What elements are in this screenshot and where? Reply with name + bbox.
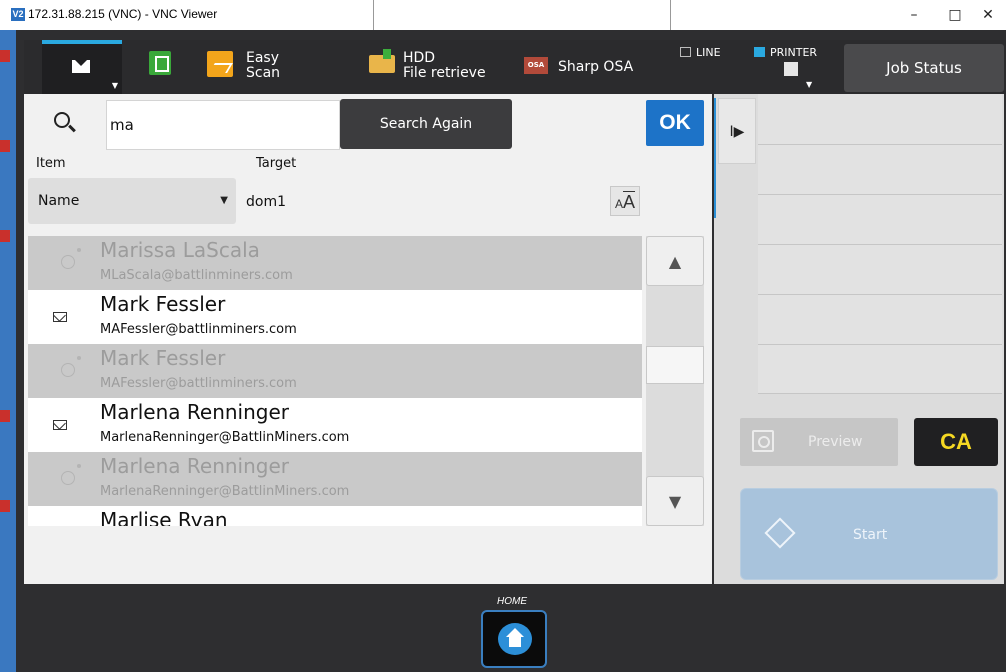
minimize-button[interactable]: – <box>894 2 934 28</box>
panel-divider <box>714 98 716 218</box>
copy-mode-icon[interactable] <box>149 51 171 75</box>
list-item: Marissa LaScala MLaScala@battlinminers.c… <box>28 236 642 290</box>
close-button[interactable]: ✕ <box>968 2 1006 28</box>
list-item: Mark Fessler MAFessler@battlinminers.com <box>28 344 642 398</box>
results-list: Marissa LaScala MLaScala@battlinminers.c… <box>28 236 642 526</box>
easy-scan-label-line2: Scan <box>246 65 281 81</box>
target-label: Target <box>256 156 297 171</box>
envelope-icon <box>53 312 67 322</box>
printer-status-label: PRINTER <box>770 46 818 59</box>
item-select[interactable]: Name ▼ <box>28 178 236 224</box>
chevron-down-icon[interactable]: ▼ <box>806 80 812 89</box>
globe-icon <box>61 248 81 269</box>
line-status: LINE <box>680 46 721 59</box>
contact-email: MarlenaRenninger@BattlinMiners.com <box>100 484 350 499</box>
clear-all-button[interactable]: CA <box>914 418 998 466</box>
list-item[interactable]: Marlise Ryan <box>28 506 642 526</box>
osa-icon: OSA <box>524 57 548 74</box>
hdd-file-retrieve-button[interactable]: HDD File retrieve <box>369 40 509 94</box>
list-item: Marlena Renninger MarlenaRenninger@Battl… <box>28 452 642 506</box>
email-mode-tab[interactable]: ▼ <box>42 40 122 94</box>
contact-email: MAFessler@battlinminers.com <box>100 376 297 391</box>
job-status-button[interactable]: Job Status <box>844 44 1004 92</box>
folder-icon <box>369 49 395 73</box>
search-icon <box>54 112 70 128</box>
contact-name: Marissa LaScala <box>100 238 260 262</box>
globe-icon <box>61 356 81 377</box>
home-button[interactable] <box>481 610 547 668</box>
search-input[interactable]: ma <box>106 100 340 150</box>
desktop-edge <box>0 30 16 672</box>
contact-name: Mark Fessler <box>100 346 226 370</box>
contact-name: Marlise Ryan <box>100 508 228 526</box>
target-value: dom1 <box>246 194 286 210</box>
printer-indicator-icon <box>754 47 765 57</box>
sharp-osa-button[interactable]: OSA Sharp OSA <box>524 40 654 94</box>
contact-name: Mark Fessler <box>100 292 226 316</box>
vnc-toolbar-dropdown[interactable] <box>373 0 671 32</box>
contact-email: MLaScala@battlinminers.com <box>100 268 293 283</box>
window-title: 172.31.88.215 (VNC) - VNC Viewer <box>28 7 218 21</box>
search-again-button[interactable]: Search Again <box>340 99 512 149</box>
list-item[interactable]: Marlena Renninger MarlenaRenninger@Battl… <box>28 398 642 452</box>
start-icon <box>764 517 796 549</box>
start-label: Start <box>853 527 888 543</box>
contact-name: Marlena Renninger <box>100 400 289 424</box>
list-item[interactable]: Mark Fessler MAFessler@battlinminers.com <box>28 290 642 344</box>
contact-email: MarlenaRenninger@BattlinMiners.com <box>100 430 350 445</box>
item-label: Item <box>36 156 66 171</box>
font-size-small-label: A <box>614 197 623 211</box>
printer-status: PRINTER <box>754 46 817 59</box>
settings-slots <box>758 94 1002 394</box>
font-size-large-label: A <box>623 192 636 212</box>
globe-icon <box>61 464 81 485</box>
chevron-down-icon: ▼ <box>111 81 118 90</box>
contact-email: MAFessler@battlinminers.com <box>100 322 297 337</box>
preview-label: Preview <box>808 434 863 450</box>
window-titlebar: V2 172.31.88.215 (VNC) - VNC Viewer – □ … <box>0 0 1006 32</box>
home-icon <box>498 623 532 655</box>
envelope-icon <box>72 60 90 73</box>
easy-scan-button[interactable]: Easy Scan <box>204 40 284 94</box>
mfp-toolbar: ▼ Easy Scan HDD File retrieve OSA Sharp … <box>24 40 1006 94</box>
font-size-toggle-button[interactable]: AA <box>610 186 640 216</box>
ok-button[interactable]: OK <box>646 100 704 146</box>
easy-scan-label-line1: Easy <box>246 50 280 66</box>
chevron-down-icon: ▼ <box>220 195 228 206</box>
easy-scan-icon <box>207 51 233 77</box>
scroll-thumb[interactable] <box>646 346 704 384</box>
vnc-app-icon: V2 <box>11 8 25 21</box>
expand-panel-tab[interactable]: I▶ <box>718 98 756 164</box>
scroll-up-button[interactable]: ▲ <box>646 236 704 286</box>
envelope-icon <box>53 420 67 430</box>
preview-button[interactable]: Preview <box>740 418 898 466</box>
preview-icon <box>752 430 774 452</box>
line-indicator-icon <box>680 47 691 57</box>
right-control-panel: I▶ Preview CA Start <box>714 94 1004 584</box>
hdd-label-line2: File retrieve <box>403 65 486 81</box>
scroll-down-button[interactable]: ▼ <box>646 476 704 526</box>
line-status-label: LINE <box>696 46 721 59</box>
results-scrollbar[interactable]: ▲ ▼ <box>646 236 704 526</box>
item-select-value: Name <box>38 193 80 209</box>
hdd-label-line1: HDD <box>403 50 436 66</box>
address-search-panel: ma Search Again OK Item Target Name ▼ do… <box>24 94 712 584</box>
start-button[interactable]: Start <box>740 488 998 580</box>
sharp-osa-label: Sharp OSA <box>558 59 634 75</box>
printer-icon[interactable] <box>784 62 798 76</box>
home-label: HOME <box>497 596 527 607</box>
contact-name: Marlena Renninger <box>100 454 289 478</box>
